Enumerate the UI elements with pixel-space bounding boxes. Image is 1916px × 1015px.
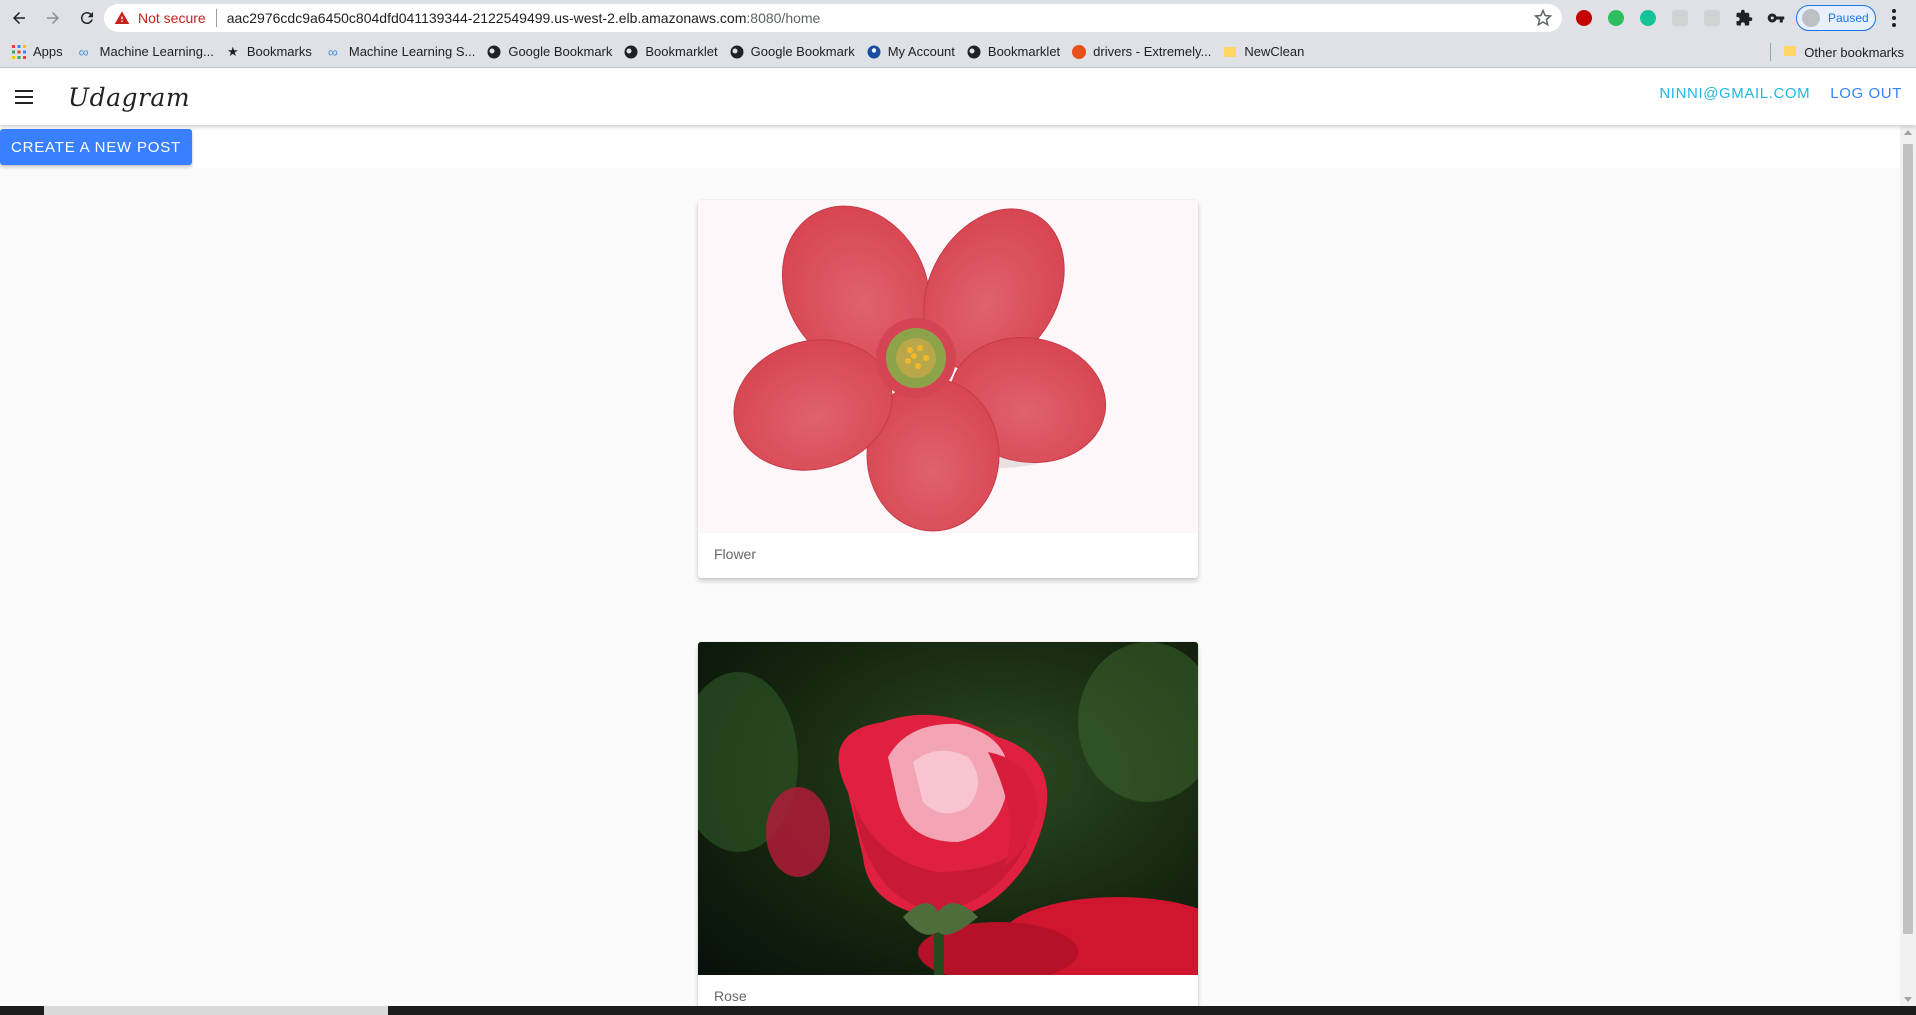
address-bar[interactable]: Not secure aac2976cdc9a6450c804dfd041139… [104,4,1562,32]
folder-icon [1783,44,1797,61]
bookmarks-divider [1770,43,1772,61]
forward-button[interactable] [38,3,68,33]
adblock-extension-icon[interactable] [1572,6,1596,30]
url-path: :8080/home [746,10,821,26]
scroll-up-icon[interactable] [1904,130,1912,135]
apps-grid-icon [12,44,26,59]
bookmark-label: NewClean [1244,44,1305,59]
taskbar-search[interactable] [44,1006,388,1015]
scroll-thumb[interactable] [1903,144,1913,934]
evernote-extension-icon[interactable] [1604,6,1628,30]
feed-content: CREATE A NEW POST Flower Rose [0,126,1900,1006]
bookmark-label: Bookmarklet [645,44,718,59]
bookmark-my-account[interactable]: My Account [867,44,955,59]
bookmark-label: Bookmarklet [987,44,1061,59]
folder-icon [1223,45,1237,59]
puzzle-extensions-icon[interactable] [1732,6,1756,30]
screenshot-extension-icon[interactable] [1668,6,1692,30]
bookmark-machine-learning-s[interactable]: ∞ Machine Learning S... [324,43,476,60]
bookmark-google-bookmark[interactable]: Google Bookmark [487,44,612,59]
bookmarks-bar: Apps ∞ Machine Learning... ★ Bookmarks ∞… [0,36,1916,68]
globe-icon [967,45,981,59]
extensions-bar [1572,6,1788,30]
post-image[interactable] [698,642,1198,987]
ask-icon [1072,44,1087,59]
bookmark-bookmarks[interactable]: ★ Bookmarks [226,43,312,60]
bookmark-label: Apps [33,44,63,59]
other-bookmarks-label: Other bookmarks [1804,44,1904,60]
globe-icon [624,45,638,59]
bookmark-label: Machine Learning S... [348,44,476,59]
post-caption: Flower [714,546,757,562]
star-icon: ★ [227,43,239,59]
page-scrollbar[interactable] [1900,126,1916,1006]
arrow-right-icon [47,12,59,24]
avatar-icon [1802,9,1820,27]
warning-icon [114,11,130,24]
address-divider [215,9,217,27]
create-post-button[interactable]: CREATE A NEW POST [0,129,192,165]
bookmark-newclean[interactable]: NewClean [1223,44,1304,59]
infinity-icon: ∞ [327,43,338,60]
profile-label: Paused [1828,11,1869,25]
account-icon [867,45,881,59]
red-rose-image [698,642,1198,987]
infinity-icon: ∞ [78,43,89,60]
bookmark-label: Google Bookmark [508,44,613,59]
bookmark-drivers[interactable]: drivers - Extremely... [1072,44,1211,59]
arrow-left-icon [13,12,25,24]
post-image[interactable] [698,200,1198,533]
pink-flower-image [733,205,1107,532]
os-taskbar [0,1006,1916,1015]
post-card: Flower [698,200,1198,578]
user-email-button[interactable]: NINNI@GMAIL.COM [1659,85,1810,102]
other-bookmarks[interactable]: Other bookmarks [1770,43,1904,61]
tab-extension-icon[interactable] [1700,6,1724,30]
bookmark-google-bookmark-2[interactable]: Google Bookmark [730,44,855,59]
bookmark-star-icon[interactable] [1534,9,1552,27]
header-actions: NINNI@GMAIL.COM LOG OUT [1659,85,1902,102]
bookmark-bookmarklet[interactable]: Bookmarklet [624,44,718,59]
create-post-bar: CREATE A NEW POST [0,126,1900,168]
scroll-down-icon[interactable] [1904,997,1912,1002]
key-icon[interactable] [1764,6,1788,30]
bookmark-machine-learning[interactable]: ∞ Machine Learning... [75,43,214,60]
bookmark-label: Google Bookmark [750,44,855,59]
bookmark-label: Machine Learning... [99,44,214,59]
back-button[interactable] [4,3,34,33]
browser-toolbar: Not secure aac2976cdc9a6450c804dfd041139… [0,0,1916,36]
bookmark-bookmarklet-2[interactable]: Bookmarklet [967,44,1060,59]
bookmark-label: drivers - Extremely... [1093,44,1212,59]
bookmark-label: My Account [887,44,955,59]
logout-button[interactable]: LOG OUT [1830,85,1902,102]
post-caption: Rose [714,988,747,1004]
globe-icon [730,45,744,59]
url-host: aac2976cdc9a6450c804dfd041139344-2122549… [226,10,747,26]
grammarly-extension-icon[interactable] [1636,6,1660,30]
menu-icon[interactable] [12,85,36,109]
reload-icon [80,12,93,25]
globe-icon [487,45,501,59]
bookmark-apps[interactable]: Apps [12,44,63,59]
bookmark-label: Bookmarks [246,44,312,59]
app-logo: Udagram [68,82,191,112]
app-header: Udagram NINNI@GMAIL.COM LOG OUT [0,69,1916,125]
post-card: Rose [698,642,1198,1006]
reload-button[interactable] [72,3,102,33]
security-label: Not secure [138,10,206,26]
browser-menu-icon[interactable] [1884,8,1904,28]
profile-button[interactable]: Paused [1796,5,1876,31]
